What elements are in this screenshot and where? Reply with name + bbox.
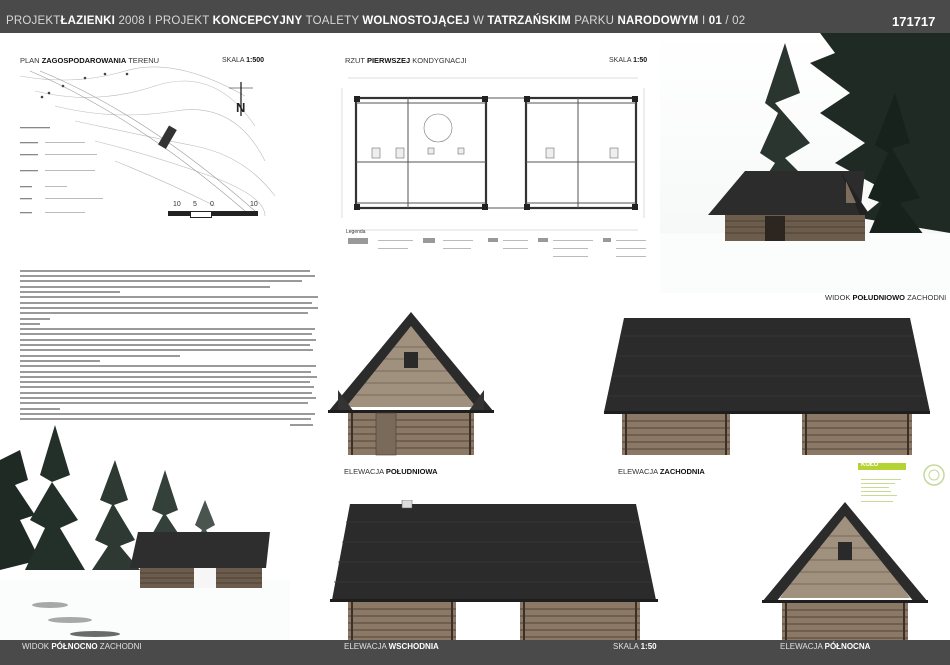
- north-elevation-drawing: [762, 502, 928, 641]
- title-part: 01: [708, 15, 722, 27]
- label-part: ELEWACJA: [344, 642, 389, 651]
- north-label: N: [236, 100, 246, 115]
- label-part: WIDOK: [825, 293, 853, 302]
- scalebar-label: 0: [210, 201, 214, 208]
- site-plan-title: PLAN ZAGOSPODAROWANIA TERENU: [20, 56, 159, 65]
- title-part: TATRZAŃSKIM: [487, 15, 571, 27]
- east-elevation-title: ELEWACJA WSCHODNIA: [344, 642, 439, 651]
- nw-view-title: WIDOK PÓŁNOCNO ZACHODNI: [22, 642, 142, 651]
- label-part: ELEWACJA: [618, 467, 660, 476]
- logo-name: KOŁO: [861, 462, 879, 468]
- site-plan-scale: SKALA 1:500: [222, 57, 264, 64]
- floor-plan-drawing: [341, 77, 646, 257]
- label-part: ZACHODNIA: [659, 467, 705, 476]
- label-part: RZUT: [345, 56, 367, 65]
- floor-plan-legend-title: Legenda: [346, 229, 366, 235]
- label-part: 1:50: [640, 642, 657, 651]
- label-part: TERENU: [126, 56, 160, 65]
- north-elevation-title: ELEWACJA PÓŁNOCNA: [780, 642, 870, 651]
- header-bar: PROJEKTŁAZIENKI 2008 I PROJEKT KONCEPCYJ…: [0, 0, 950, 33]
- scalebar-label: 5: [193, 201, 197, 208]
- elevations-scale: SKALA 1:50: [613, 642, 657, 651]
- title-part: / 02: [721, 15, 746, 27]
- south-elevation-title: ELEWACJA POŁUDNIOWA: [344, 467, 438, 476]
- site-plan-drawing: [19, 66, 276, 217]
- description-text-block: [20, 268, 325, 432]
- label-part: ELEWACJA: [344, 467, 386, 476]
- label-part: ELEWACJA: [780, 642, 825, 651]
- label-part: SKALA: [222, 57, 247, 64]
- title-part: W: [469, 15, 488, 27]
- title-part: WOLNOSTOJĄCEJ: [362, 15, 470, 27]
- label-part: PÓŁNOCNO: [51, 642, 98, 651]
- label-part: 1:50: [633, 57, 648, 64]
- scalebar-segment: [212, 211, 258, 216]
- title-part: TOALETY: [302, 15, 363, 27]
- render-southwest-view: [660, 33, 950, 293]
- west-elevation-drawing: [604, 318, 930, 455]
- label-part: ZACHODNI: [905, 293, 947, 302]
- label-part: POŁUDNIOWA: [385, 467, 438, 476]
- scalebar-label: 10: [250, 201, 258, 208]
- sw-view-title: WIDOK POŁUDNIOWO ZACHODNI: [825, 293, 946, 302]
- project-code: 171717: [892, 14, 936, 29]
- project-title: PROJEKTŁAZIENKI 2008 I PROJEKT KONCEPCYJ…: [6, 15, 745, 27]
- label-part: SKALA: [609, 57, 634, 64]
- title-part: PROJEKT: [6, 15, 61, 27]
- east-elevation-drawing: [330, 500, 658, 642]
- scalebar-segment: [190, 211, 212, 218]
- label-part: ZAGOSPODAROWANIA: [41, 56, 127, 65]
- label-part: WIDOK: [22, 642, 52, 651]
- label-part: KONDYGNACJI: [410, 56, 467, 65]
- title-part: KONCEPCYJNY: [212, 15, 303, 27]
- title-part: NARODOWYM: [617, 15, 699, 27]
- scalebar-label: 10: [173, 201, 181, 208]
- west-elevation-title: ELEWACJA ZACHODNIA: [618, 467, 705, 476]
- label-part: ZACHODNI: [97, 642, 142, 651]
- label-part: WSCHODNIA: [388, 642, 439, 651]
- cabin-render-2: [130, 532, 270, 588]
- label-part: PLAN: [20, 56, 42, 65]
- title-part: ŁAZIENKI: [60, 15, 116, 27]
- scalebar-segment: [168, 211, 190, 216]
- label-part: PIERWSZEJ: [366, 56, 411, 65]
- title-part: 2008 I PROJEKT: [115, 15, 213, 27]
- title-part: PARKU: [570, 15, 618, 27]
- label-part: POŁUDNIOWO: [852, 293, 906, 302]
- label-part: PÓŁNOCNA: [824, 642, 871, 651]
- render-northwest-view: [0, 420, 290, 640]
- label-part: 1:500: [246, 57, 265, 64]
- south-elevation-drawing: [328, 312, 494, 456]
- floor-plan-title: RZUT PIERWSZEJ KONDYGNACJI: [345, 56, 466, 65]
- floor-plan-scale: SKALA 1:50: [609, 57, 647, 64]
- title-part: I: [698, 15, 709, 27]
- label-part: SKALA: [613, 642, 641, 651]
